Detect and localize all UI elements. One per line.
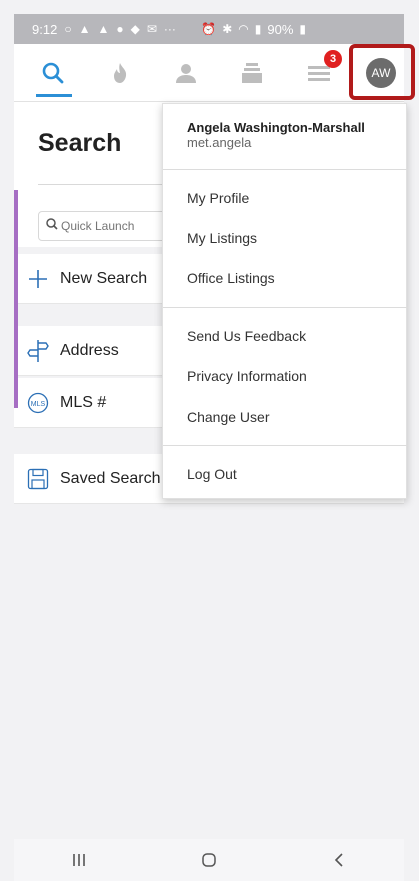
row-label: Saved Search [60, 469, 161, 487]
wifi-icon: ◠ [238, 22, 249, 36]
battery-level: 90% [267, 21, 294, 37]
app-screen: 9:12 ○ ▲ ▲ ● ◆ ✉ ··· ⏰ ✱ ◠ ▮ 90% ▮ 3 AW … [0, 0, 419, 881]
home-icon [202, 853, 216, 867]
back-icon [334, 853, 343, 867]
recent-apps-button[interactable] [59, 845, 99, 875]
menu-item-my-listings[interactable]: My Listings [187, 230, 257, 246]
menu-item-privacy-information[interactable]: Privacy Information [187, 368, 307, 384]
contacts-tab[interactable] [169, 56, 203, 90]
battery-icon: ▮ [299, 22, 306, 36]
messenger-icon: ● [116, 22, 124, 36]
menu-item-log-out[interactable]: Log Out [187, 466, 237, 482]
menu-tab[interactable]: 3 [302, 50, 342, 90]
back-button[interactable] [319, 845, 359, 875]
user-info: Angela Washington-Marshall met.angela [187, 120, 365, 150]
plus-icon [24, 265, 52, 293]
user-name: Angela Washington-Marshall [187, 120, 365, 135]
notification-circle-icon: ○ [64, 22, 72, 36]
person-icon [176, 64, 196, 83]
listings-tab[interactable] [235, 56, 269, 90]
alarm-icon: ⏰ [201, 22, 217, 36]
menu-item-change-user[interactable]: Change User [187, 409, 270, 425]
status-time: 9:12 [32, 21, 58, 37]
warning-icon-2: ▲ [97, 22, 110, 36]
user-dropdown-menu: Angela Washington-Marshall met.angela My… [162, 103, 408, 499]
recent-apps-icon [73, 854, 85, 866]
menu-divider [163, 445, 408, 446]
bluetooth-icon: ✱ [222, 22, 233, 36]
signpost-icon [24, 337, 52, 365]
menu-divider [163, 307, 408, 308]
home-button[interactable] [189, 845, 229, 875]
search-tab[interactable] [36, 56, 70, 90]
more-icon: ··· [163, 22, 176, 36]
car-icon: ◆ [130, 22, 140, 36]
search-icon [46, 218, 58, 230]
mls-badge-icon: MLS [24, 389, 52, 417]
user-id: met.angela [187, 135, 252, 150]
top-nav-bar: 3 AW [14, 44, 404, 102]
menu-icon [308, 66, 330, 81]
row-label: MLS # [60, 393, 107, 411]
stack-icon [242, 63, 262, 83]
sidebar-indicator [14, 190, 18, 408]
menu-item-office-listings[interactable]: Office Listings [187, 270, 275, 286]
active-tab-indicator [36, 94, 72, 97]
search-icon [42, 62, 64, 84]
row-label: Address [60, 341, 119, 359]
status-bar: 9:12 ○ ▲ ▲ ● ◆ ✉ ··· ⏰ ✱ ◠ ▮ 90% ▮ [14, 14, 404, 44]
flame-icon [114, 63, 127, 83]
saved-icon [24, 465, 52, 493]
menu-item-send-feedback[interactable]: Send Us Feedback [187, 328, 306, 344]
page-title: Search [38, 129, 122, 157]
hot-tab[interactable] [103, 56, 137, 90]
warning-icon: ▲ [78, 22, 91, 36]
row-label: New Search [60, 269, 148, 287]
mls-icon-text: MLS [31, 401, 46, 408]
highlight-annotation [349, 44, 415, 100]
mail-icon: ✉ [146, 22, 157, 36]
menu-divider [163, 169, 408, 170]
signal-icon: ▮ [254, 22, 262, 36]
system-nav-bar [14, 839, 404, 881]
menu-item-my-profile[interactable]: My Profile [187, 190, 249, 206]
notification-badge: 3 [324, 50, 342, 68]
